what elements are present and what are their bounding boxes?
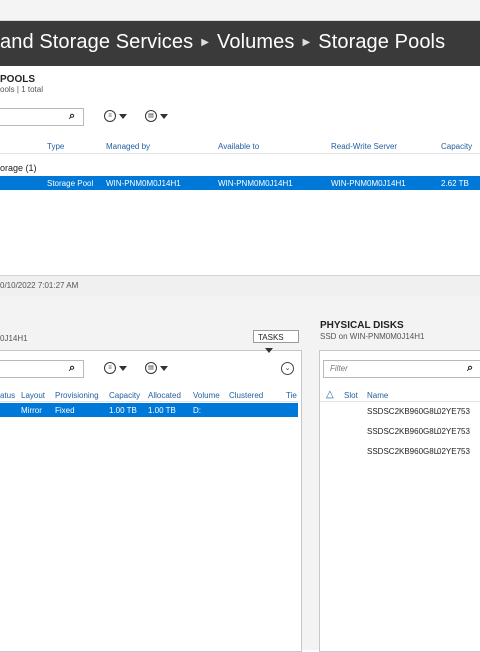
column-header-name[interactable]: Name: [367, 391, 388, 400]
header-divider: [320, 401, 480, 402]
header-divider: [0, 401, 298, 402]
group-options-button[interactable]: ▤: [145, 110, 168, 122]
storage-pools-count: ools | 1 total: [0, 85, 43, 94]
physical-disks-title: PHYSICAL DISKS: [320, 320, 404, 331]
row-capacity: 1.00 TB: [109, 406, 137, 415]
search-icon[interactable]: ⌕: [69, 362, 75, 375]
column-header-layout[interactable]: Layout: [21, 391, 45, 400]
chevron-down-icon: [119, 113, 127, 119]
column-header-slot[interactable]: Slot: [344, 391, 358, 400]
breadcrumb-item-volumes[interactable]: Volumes: [217, 31, 294, 53]
column-header-read-write-server[interactable]: Read-Write Server: [331, 142, 397, 151]
virtual-disks-subtitle: 0J14H1: [0, 334, 28, 343]
disk-row-name[interactable]: SSDSC2KB960G8L: [367, 427, 438, 436]
row-allocated: 1.00 TB: [148, 406, 176, 415]
breadcrumb: and Storage Services ▶ Volumes ▶ Storage Poo…: [0, 31, 445, 54]
disk-row-extra[interactable]: 02YE753: [437, 407, 470, 416]
search-icon[interactable]: ⌕: [69, 110, 75, 123]
search-icon[interactable]: ⌕: [467, 362, 473, 375]
column-header-type[interactable]: Type: [47, 142, 64, 151]
view-options-button[interactable]: ≡: [104, 362, 127, 374]
row-capacity: 2.62 TB: [441, 179, 469, 188]
disk-row-name[interactable]: SSDSC2KB960G8L: [367, 407, 438, 416]
last-refreshed-timestamp: 0/10/2022 7:01:27 AM: [0, 281, 79, 290]
filter-placeholder: Filter: [330, 364, 348, 373]
breadcrumb-separator-icon: ▶: [201, 37, 210, 49]
chevron-down-icon: [265, 348, 273, 354]
column-header-status[interactable]: atus: [0, 391, 15, 400]
column-header-clustered[interactable]: Clustered: [229, 391, 263, 400]
column-header-available-to[interactable]: Available to: [218, 142, 259, 151]
storage-pools-title: POOLS: [0, 74, 36, 85]
row-layout: Mirror: [21, 406, 42, 415]
physical-disks-subtitle: SSD on WIN-PNM0M0J14H1: [320, 332, 425, 341]
column-header-volume[interactable]: Volume: [193, 391, 220, 400]
breadcrumb-item-storage-pools: Storage Pools: [318, 31, 446, 53]
column-header-allocated[interactable]: Allocated: [148, 391, 181, 400]
list-view-icon: ≡: [104, 362, 116, 374]
row-type: Storage Pool: [47, 179, 94, 188]
disk-row-extra[interactable]: 02YE753: [437, 447, 470, 456]
row-volume: D:: [193, 406, 201, 415]
chevron-down-icon: [160, 365, 168, 371]
expand-icon[interactable]: ⌄: [281, 362, 294, 375]
list-view-icon: ≡: [104, 110, 116, 122]
breadcrumb-item-file-storage[interactable]: and Storage Services: [0, 31, 193, 53]
disk-row-extra[interactable]: 02YE753: [437, 427, 470, 436]
column-header-tier[interactable]: Tie: [286, 391, 297, 400]
tasks-button[interactable]: TASKS: [253, 330, 299, 354]
row-available-to: WIN-PNM0M0J14H1: [218, 179, 293, 188]
tasks-label: TASKS: [258, 333, 284, 342]
window-top-strip: [0, 0, 480, 21]
row-rw-server: WIN-PNM0M0J14H1: [331, 179, 406, 188]
breadcrumb-separator-icon: ▶: [302, 37, 311, 49]
group-icon: ▤: [145, 362, 157, 374]
view-options-button[interactable]: ≡: [104, 110, 127, 122]
header-divider: [0, 153, 480, 154]
chevron-down-icon: [160, 113, 168, 119]
row-provisioning: Fixed: [55, 406, 75, 415]
group-label[interactable]: orage (1): [0, 163, 37, 173]
column-header-capacity[interactable]: Capacity: [441, 142, 472, 151]
chevron-down-icon: [119, 365, 127, 371]
column-header-provisioning[interactable]: Provisioning: [55, 391, 99, 400]
row-managed-by: WIN-PNM0M0J14H1: [106, 179, 181, 188]
group-options-button[interactable]: ▤: [145, 362, 168, 374]
disk-row-name[interactable]: SSDSC2KB960G8L: [367, 447, 438, 456]
column-header-capacity[interactable]: Capacity: [109, 391, 140, 400]
sort-warning-icon[interactable]: △: [326, 389, 334, 400]
column-header-managed-by[interactable]: Managed by: [106, 142, 150, 151]
group-icon: ▤: [145, 110, 157, 122]
